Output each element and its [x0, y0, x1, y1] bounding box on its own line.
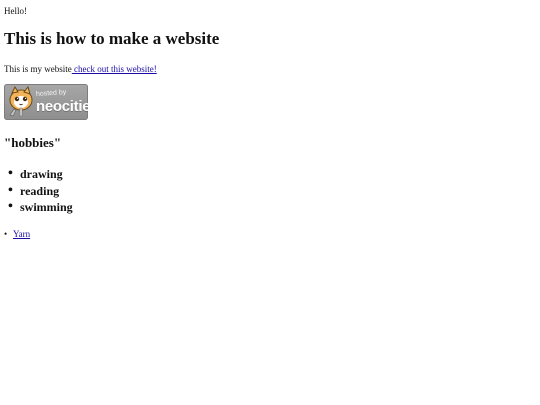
hobbies-list: drawing reading swimming [8, 166, 73, 216]
hosted-by-neocities-badge[interactable]: hosted by neocities [4, 84, 88, 120]
list-item: reading [8, 183, 73, 200]
intro-text: This is my website [4, 64, 72, 74]
greeting-text: Hello! [4, 6, 27, 16]
badge-neocities-text: neocities [36, 98, 88, 115]
list-item: drawing [8, 166, 73, 183]
website-link[interactable]: check out this website! [72, 64, 157, 74]
list-item: swimming [8, 199, 73, 216]
page-title: This is how to make a website [4, 29, 220, 48]
neocities-cat-logo-icon [9, 85, 33, 117]
hobbies-heading: "hobbies" [4, 135, 62, 150]
links-list: Yarn [4, 229, 30, 240]
page: Hello! This is how to make a website Thi… [0, 0, 540, 405]
intro-paragraph: This is my website check out this websit… [4, 64, 157, 75]
list-item: Yarn [4, 229, 30, 240]
yarn-link[interactable]: Yarn [13, 229, 30, 239]
